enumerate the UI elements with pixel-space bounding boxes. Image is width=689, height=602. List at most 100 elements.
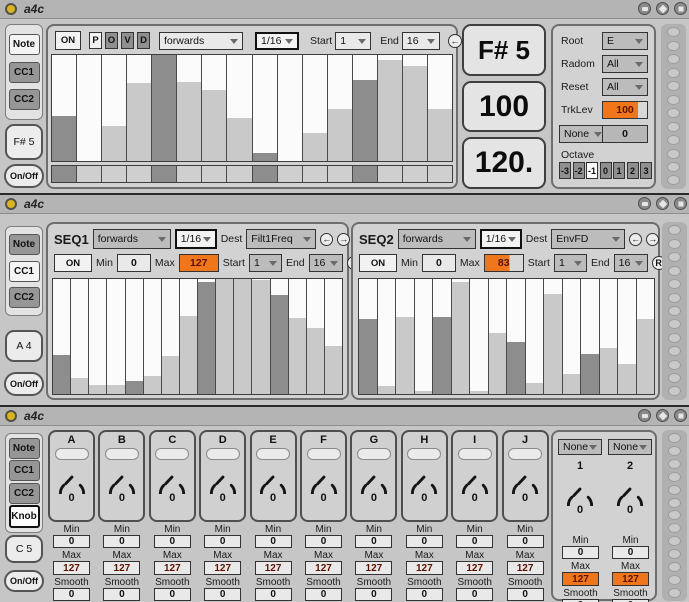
step-5[interactable]: [433, 279, 452, 394]
knob-dial[interactable]: [457, 460, 493, 494]
zero-numbox[interactable]: 0: [602, 125, 648, 143]
step-8[interactable]: [180, 279, 198, 394]
sidebar-tab-cc1[interactable]: CC1: [9, 460, 40, 481]
step-16[interactable]: [325, 279, 342, 394]
smooth-box[interactable]: 0: [103, 588, 140, 601]
step-8[interactable]: [489, 279, 508, 394]
max-box[interactable]: 127: [406, 561, 443, 575]
gate-step-2[interactable]: [77, 166, 102, 182]
gate-step-4[interactable]: [127, 166, 152, 182]
step-16[interactable]: [637, 279, 655, 394]
step-6[interactable]: [452, 279, 471, 394]
step-14[interactable]: [378, 55, 403, 161]
gate-step-strip[interactable]: [51, 165, 453, 183]
sidebar-tab-knob[interactable]: Knob: [9, 505, 40, 528]
mode-button-v[interactable]: V: [121, 32, 134, 49]
sidebar-tab-cc2[interactable]: CC2: [9, 287, 40, 308]
step-8[interactable]: [227, 55, 252, 161]
knob-dial[interactable]: [205, 460, 241, 494]
note-step-multislider[interactable]: [51, 54, 453, 162]
device-titlebar[interactable]: a4c: [0, 195, 689, 214]
note-display-button[interactable]: C 5: [5, 535, 43, 563]
note-display-button[interactable]: F# 5: [5, 124, 43, 160]
step-4[interactable]: [107, 279, 125, 394]
step-4[interactable]: [415, 279, 434, 394]
min-box[interactable]: 0: [255, 535, 292, 548]
seq1-direction-dropdown[interactable]: forwards: [93, 229, 171, 249]
step-15[interactable]: [307, 279, 325, 394]
step-5[interactable]: [126, 279, 144, 394]
seq2-rate-dropdown[interactable]: 1/16: [480, 229, 522, 249]
knob-range-slider[interactable]: [357, 448, 391, 460]
seq1-on-button[interactable]: ON: [54, 254, 92, 272]
seq1-rate-dropdown[interactable]: 1/16: [175, 229, 217, 249]
smooth-box[interactable]: 0: [507, 588, 544, 601]
gate-step-16[interactable]: [428, 166, 452, 182]
gate-step-1[interactable]: [52, 166, 77, 182]
min-box[interactable]: 0: [355, 535, 392, 548]
gate-step-14[interactable]: [378, 166, 403, 182]
knob-range-slider[interactable]: [307, 448, 341, 460]
sidebar-tab-cc2[interactable]: CC2: [9, 483, 40, 504]
map1-max-box[interactable]: 127: [562, 572, 599, 586]
seq2-direction-dropdown[interactable]: forwards: [398, 229, 476, 249]
hotswap-icon[interactable]: [656, 197, 669, 210]
shift-left-button[interactable]: ←: [448, 34, 462, 48]
on-button[interactable]: ON: [55, 31, 81, 50]
step-12[interactable]: [252, 279, 270, 394]
step-7[interactable]: [202, 55, 227, 161]
step-12[interactable]: [563, 279, 582, 394]
sidebar-tab-note[interactable]: Note: [9, 34, 40, 55]
octave-button-1[interactable]: 1: [613, 162, 625, 179]
smooth-box[interactable]: 0: [456, 588, 493, 601]
note-display-button[interactable]: A 4: [5, 330, 43, 362]
knob-dial[interactable]: [507, 460, 543, 494]
seq1-max-slider[interactable]: 127: [179, 254, 219, 272]
step-12[interactable]: [328, 55, 353, 161]
map2-max-box[interactable]: 127: [612, 572, 649, 586]
hotswap-icon[interactable]: [656, 409, 669, 422]
gate-step-10[interactable]: [278, 166, 303, 182]
seq1-min-numbox[interactable]: 0: [117, 254, 151, 272]
step-3[interactable]: [396, 279, 415, 394]
step-10[interactable]: [216, 279, 234, 394]
sidebar-tab-cc1[interactable]: CC1: [9, 62, 40, 83]
track-level-slider[interactable]: 100: [602, 101, 648, 119]
step-16[interactable]: [428, 55, 452, 161]
max-box[interactable]: 127: [103, 561, 140, 575]
step-3[interactable]: [89, 279, 107, 394]
step-1[interactable]: [359, 279, 378, 394]
smooth-box[interactable]: 0: [204, 588, 241, 601]
seq2-min-numbox[interactable]: 0: [422, 254, 456, 272]
reset-dropdown[interactable]: All: [602, 78, 648, 96]
map1-dropdown[interactable]: None: [558, 439, 602, 455]
step-7[interactable]: [162, 279, 180, 394]
smooth-box[interactable]: 0: [53, 588, 90, 601]
seq2-end-dropdown[interactable]: 16: [614, 254, 648, 272]
max-box[interactable]: 127: [255, 561, 292, 575]
step-13[interactable]: [581, 279, 600, 394]
min-box[interactable]: 0: [154, 535, 191, 548]
step-4[interactable]: [127, 55, 152, 161]
min-box[interactable]: 0: [456, 535, 493, 548]
step-6[interactable]: [144, 279, 162, 394]
gate-step-15[interactable]: [403, 166, 428, 182]
direction-dropdown[interactable]: forwards: [159, 32, 243, 50]
min-box[interactable]: 0: [103, 535, 140, 548]
seq1-multislider[interactable]: [52, 278, 343, 395]
octave-button-2[interactable]: 2: [627, 162, 639, 179]
root-dropdown[interactable]: E: [602, 32, 648, 50]
step-14[interactable]: [289, 279, 307, 394]
step-6[interactable]: [177, 55, 202, 161]
mode-button-d[interactable]: D: [137, 32, 150, 49]
device-titlebar[interactable]: a4c: [0, 0, 689, 19]
seq1-end-dropdown[interactable]: 16: [309, 254, 343, 272]
smooth-box[interactable]: 0: [255, 588, 292, 601]
seq1-shift-left-button[interactable]: ←: [320, 233, 333, 246]
seq1-shift-right-button[interactable]: →: [337, 233, 350, 246]
max-box[interactable]: 127: [305, 561, 342, 575]
step-2[interactable]: [378, 279, 397, 394]
octave-button--1[interactable]: -1: [586, 162, 598, 179]
device-view-icon[interactable]: [638, 409, 651, 422]
knob-range-slider[interactable]: [458, 448, 492, 460]
